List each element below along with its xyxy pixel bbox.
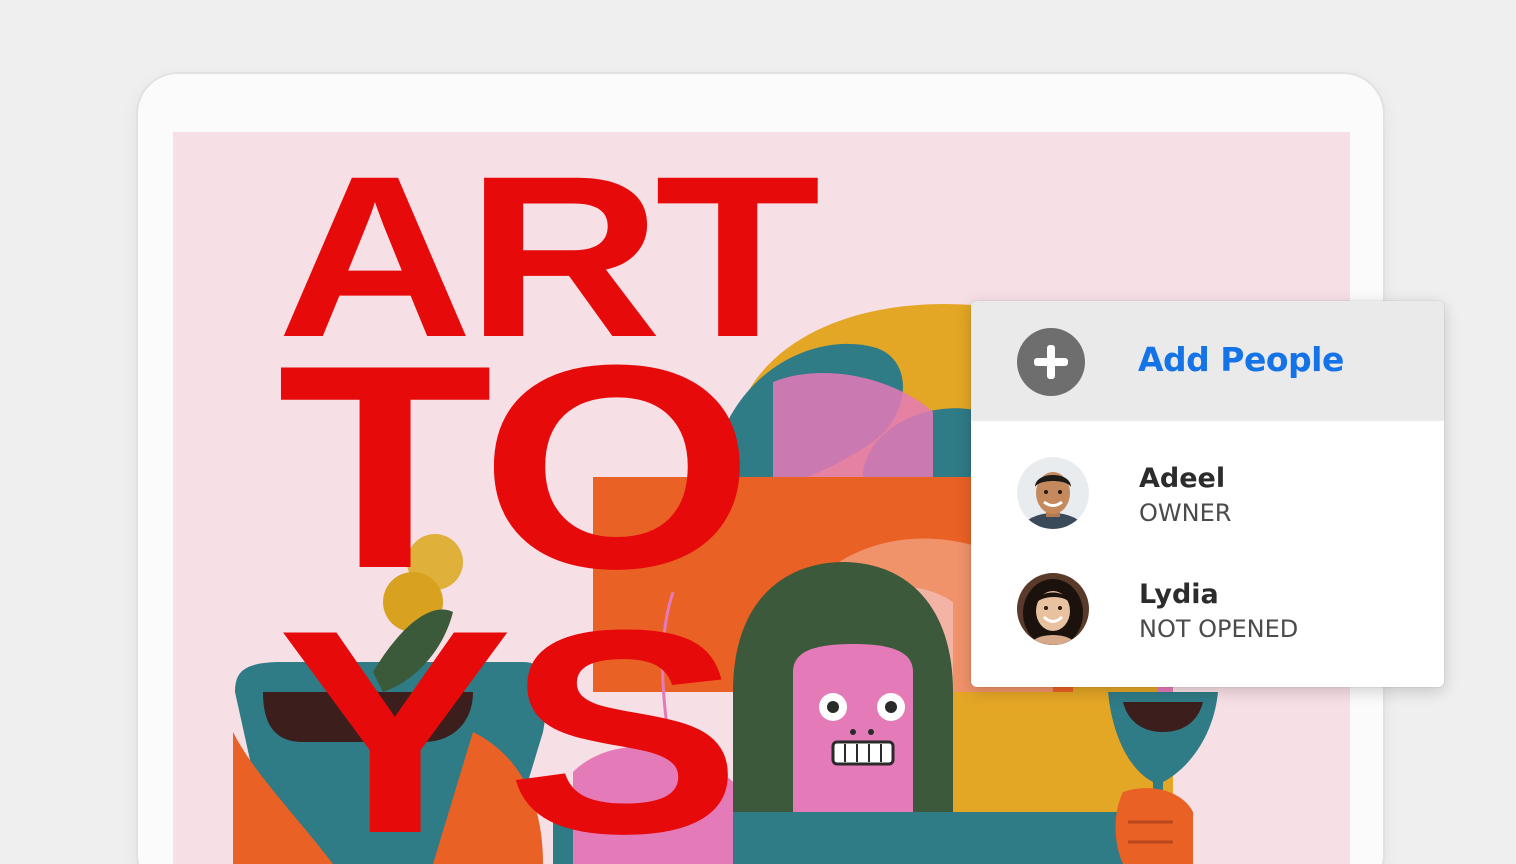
person-status: NOT OPENED [1139, 615, 1299, 643]
person-row[interactable]: Adeel OWNER [971, 437, 1444, 551]
avatar [1017, 457, 1089, 529]
person-name: Adeel [1139, 463, 1226, 494]
add-people-button[interactable]: Add People [971, 301, 1444, 421]
person-status: OWNER [1139, 499, 1232, 527]
stage: ART TO YS Add People Adeel OWNER Lydia N… [0, 0, 1516, 864]
plus-circle-icon [1017, 328, 1085, 396]
person-row[interactable]: Lydia NOT OPENED [971, 553, 1444, 667]
avatar [1017, 573, 1089, 645]
person-name: Lydia [1139, 579, 1219, 610]
share-panel: Add People Adeel OWNER Lydia NOT OPENED [971, 301, 1444, 687]
add-people-label: Add People [1138, 340, 1344, 379]
